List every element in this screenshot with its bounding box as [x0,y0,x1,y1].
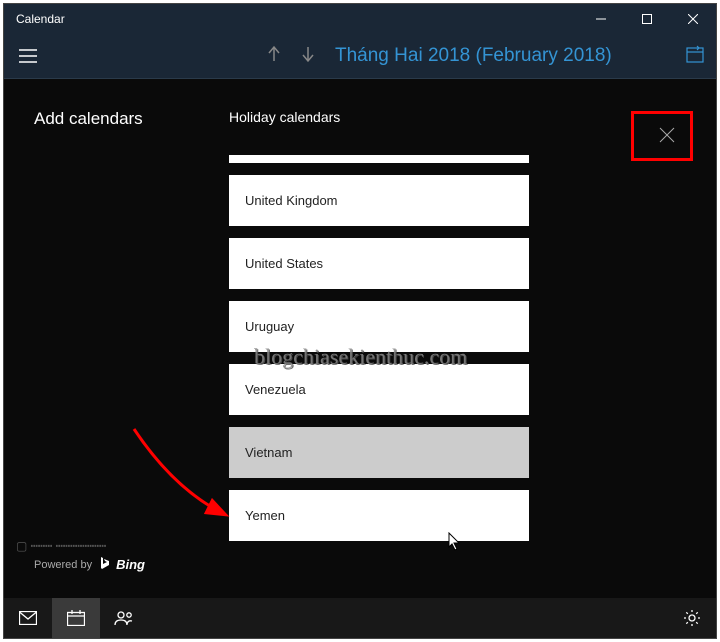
list-item-vietnam[interactable]: Vietnam [229,427,529,478]
people-button[interactable] [100,598,148,638]
calendar-view-toggle[interactable] [686,45,704,68]
mail-button[interactable] [4,598,52,638]
calendar-app-window: Calendar Tháng Hai 2018 (February 201 [3,3,717,639]
calendar-button[interactable] [52,598,100,638]
settings-button[interactable] [668,598,716,638]
maximize-button[interactable] [624,4,670,34]
close-panel-button[interactable] [647,115,687,155]
list-item[interactable]: Venezuela [229,364,529,415]
bottom-taskbar [4,598,716,638]
month-title[interactable]: Tháng Hai 2018 (February 2018) [335,45,612,67]
list-item[interactable]: Uruguay [229,301,529,352]
app-title: Calendar [16,12,65,26]
close-window-button[interactable] [670,4,716,34]
truncated-add-calendars: ▢ ┅┅┅ ┅┅┅┅┅┅┅ [16,539,106,553]
app-header: Tháng Hai 2018 (February 2018) [4,34,716,79]
month-nav [267,45,315,68]
hamburger-menu-button[interactable] [4,34,52,79]
powered-by-label: Powered by Bing [34,556,145,573]
window-controls [578,4,716,34]
content-area: Add calendars Powered by Bing Holiday ca… [4,79,716,598]
minimize-button[interactable] [578,4,624,34]
add-calendars-title: Add calendars [34,109,143,129]
titlebar: Calendar [4,4,716,34]
holiday-calendars-panel: Holiday calendars United Kingdom United … [229,109,699,541]
bing-logo-icon [98,556,110,573]
section-title: Holiday calendars [229,109,699,125]
red-arrow-annotation [124,419,244,539]
list-item[interactable]: United States [229,238,529,289]
list-item[interactable] [229,155,529,163]
bing-text: Bing [116,557,145,572]
left-panel: Add calendars [34,109,143,129]
prev-month-button[interactable] [267,45,281,68]
country-list[interactable]: United Kingdom United States Uruguay Ven… [229,155,529,541]
list-item[interactable]: United Kingdom [229,175,529,226]
next-month-button[interactable] [301,45,315,68]
list-item[interactable]: Yemen [229,490,529,541]
